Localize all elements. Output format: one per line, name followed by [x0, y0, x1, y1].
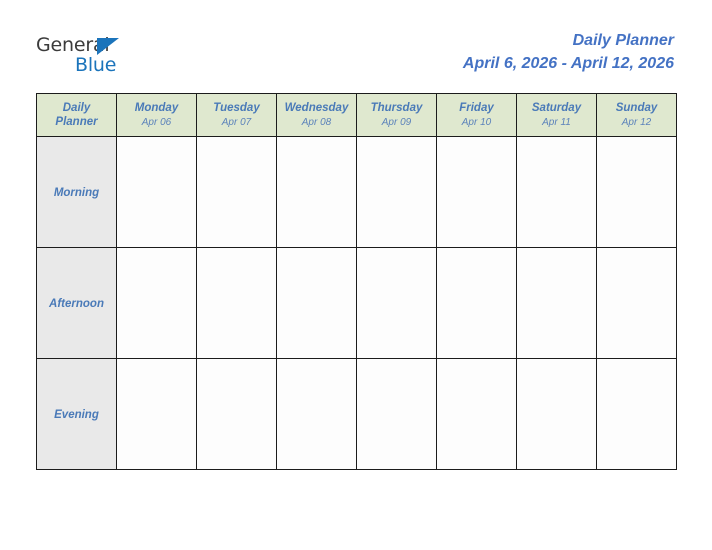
- day-header-saturday: Saturday Apr 11: [516, 93, 597, 137]
- slot-morning-thursday[interactable]: [356, 136, 437, 248]
- corner-cell: Daily Planner: [36, 93, 117, 137]
- page-title: Daily Planner: [572, 32, 674, 49]
- day-date: Apr 06: [141, 116, 172, 128]
- slot-evening-wednesday[interactable]: [276, 358, 357, 470]
- slot-afternoon-wednesday[interactable]: [276, 247, 357, 359]
- planner-page: General Blue Daily Planner April 6, 2026…: [0, 0, 712, 550]
- slot-morning-monday[interactable]: [116, 136, 197, 248]
- day-name: Thursday: [370, 101, 423, 114]
- slot-afternoon-friday[interactable]: [436, 247, 517, 359]
- row-label-text: Morning: [53, 187, 100, 199]
- slot-morning-saturday[interactable]: [516, 136, 597, 248]
- slot-afternoon-monday[interactable]: [116, 247, 197, 359]
- day-date: Apr 09: [381, 116, 412, 128]
- day-name: Tuesday: [213, 101, 260, 114]
- day-header-wednesday: Wednesday Apr 08: [276, 93, 357, 137]
- day-header-tuesday: Tuesday Apr 07: [196, 93, 277, 137]
- slot-afternoon-thursday[interactable]: [356, 247, 437, 359]
- slot-afternoon-sunday[interactable]: [596, 247, 677, 359]
- slot-evening-monday[interactable]: [116, 358, 197, 470]
- slot-morning-sunday[interactable]: [596, 136, 677, 248]
- slot-afternoon-saturday[interactable]: [516, 247, 597, 359]
- row-label-evening: Evening: [36, 358, 117, 470]
- slot-morning-wednesday[interactable]: [276, 136, 357, 248]
- slot-afternoon-tuesday[interactable]: [196, 247, 277, 359]
- table-row: Afternoon: [36, 247, 677, 359]
- brand-name-blue: Blue: [75, 54, 117, 76]
- day-header-monday: Monday Apr 06: [116, 93, 197, 137]
- day-header-thursday: Thursday Apr 09: [356, 93, 437, 137]
- brand-logo[interactable]: General Blue: [36, 36, 196, 84]
- day-date: Apr 11: [542, 116, 571, 128]
- slot-evening-tuesday[interactable]: [196, 358, 277, 470]
- table-row: Morning: [36, 136, 677, 248]
- day-name: Saturday: [531, 101, 582, 114]
- page-header: General Blue Daily Planner April 6, 2026…: [0, 0, 712, 93]
- row-label-text: Evening: [54, 409, 99, 421]
- day-name: Monday: [134, 101, 179, 114]
- day-header-friday: Friday Apr 10: [436, 93, 517, 137]
- planner-table: Daily Planner Monday Apr 06 Tuesday Apr …: [36, 93, 677, 470]
- day-date: Apr 07: [221, 116, 252, 128]
- corner-line-2: Planner: [55, 116, 98, 128]
- planner-table-head: Daily Planner Monday Apr 06 Tuesday Apr …: [36, 93, 677, 137]
- slot-morning-tuesday[interactable]: [196, 136, 277, 248]
- row-label-morning: Morning: [36, 136, 117, 248]
- day-date: Apr 10: [461, 116, 492, 128]
- slot-evening-sunday[interactable]: [596, 358, 677, 470]
- row-label-text: Afternoon: [49, 298, 104, 310]
- day-name: Wednesday: [284, 101, 349, 114]
- table-row: Evening: [36, 358, 677, 470]
- day-date: Apr 12: [621, 116, 652, 128]
- corner-line-1: Daily: [62, 102, 91, 114]
- title-block: Daily Planner April 6, 2026 - April 12, …: [463, 30, 674, 76]
- slot-evening-friday[interactable]: [436, 358, 517, 470]
- planner-table-body: Morning Afternoon Evening: [36, 136, 677, 470]
- row-label-afternoon: Afternoon: [36, 247, 117, 359]
- day-header-sunday: Sunday Apr 12: [596, 93, 677, 137]
- day-date: Apr 08: [301, 116, 332, 128]
- slot-morning-friday[interactable]: [436, 136, 517, 248]
- triangle-logo-icon: [97, 38, 119, 55]
- slot-evening-thursday[interactable]: [356, 358, 437, 470]
- day-name: Sunday: [615, 101, 658, 114]
- day-name: Friday: [459, 101, 494, 114]
- slot-evening-saturday[interactable]: [516, 358, 597, 470]
- header-row: Daily Planner Monday Apr 06 Tuesday Apr …: [36, 93, 677, 137]
- date-range: April 6, 2026 - April 12, 2026: [462, 55, 674, 72]
